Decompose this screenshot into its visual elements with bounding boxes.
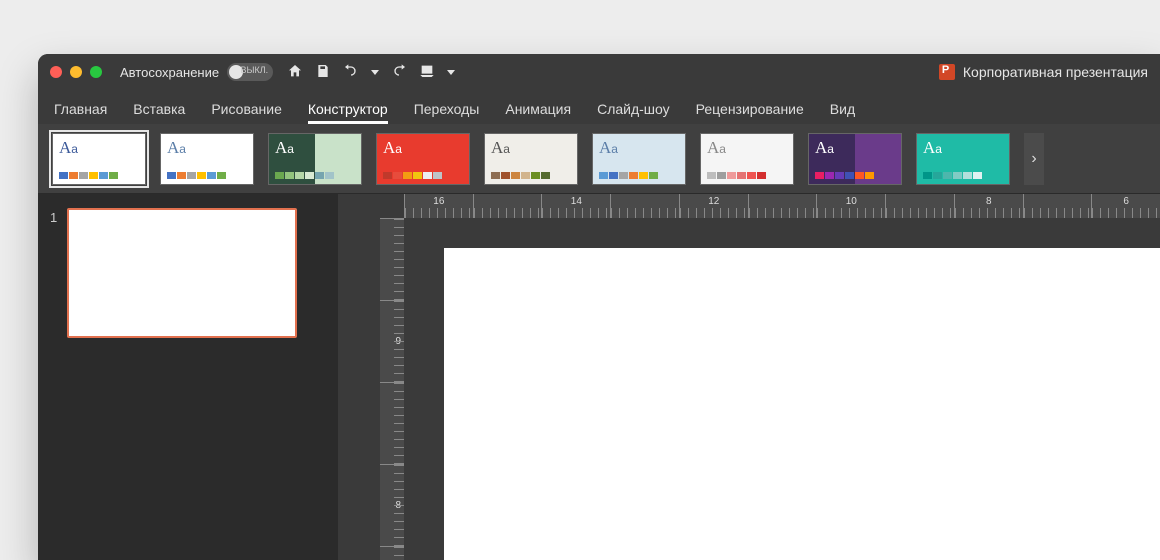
vertical-ruler: 9876 [380, 218, 404, 560]
theme-swatches [275, 172, 334, 179]
hruler-mark: 8 [954, 194, 1023, 218]
hruler-mark: 14 [541, 194, 610, 218]
vruler-mark [380, 218, 404, 300]
theme-swatches [383, 172, 442, 179]
theme-neon-purple[interactable]: Aa [808, 133, 902, 185]
theme-sample-text: Aa [599, 138, 618, 158]
quick-access-toolbar [287, 63, 455, 82]
vruler-mark: 9 [380, 300, 404, 382]
theme-swatches [59, 172, 118, 179]
hruler-mark: 16 [404, 194, 473, 218]
save-icon[interactable] [315, 63, 331, 82]
theme-sample-text: Aa [491, 138, 510, 158]
theme-swatches [815, 172, 874, 179]
theme-sample-text: Aa [383, 138, 402, 158]
document-title: Корпоративная презентация [963, 64, 1148, 80]
powerpoint-icon [939, 64, 955, 80]
theme-swatches [167, 172, 226, 179]
hruler-mark [473, 194, 542, 218]
autosave-toggle[interactable]: ВЫКЛ. [227, 63, 273, 81]
autosave-label: Автосохранение [120, 65, 219, 80]
hruler-mark [610, 194, 679, 218]
minimize-window-button[interactable] [70, 66, 82, 78]
touch-mode-icon[interactable] [419, 63, 435, 82]
slide-canvas[interactable] [444, 248, 1160, 560]
theme-office-white[interactable]: Aa [52, 133, 146, 185]
slide-number: 1 [50, 208, 57, 225]
ruler-corner [338, 194, 380, 560]
autosave-control: Автосохранение ВЫКЛ. [120, 63, 273, 81]
theme-sample-text: Aa [815, 138, 834, 158]
tab-8[interactable]: Вид [830, 101, 855, 124]
tab-5[interactable]: Анимация [505, 101, 571, 124]
theme-red-bold[interactable]: Aa [376, 133, 470, 185]
theme-soft-blue[interactable]: Aa [592, 133, 686, 185]
hruler-mark: 10 [816, 194, 885, 218]
theme-sample-text: Aa [275, 138, 294, 158]
theme-wood-accent[interactable]: Aa [484, 133, 578, 185]
horizontal-ruler: 16 14 12 10 8 6 [404, 194, 1160, 218]
hruler-mark [748, 194, 817, 218]
undo-dropdown-icon[interactable] [371, 70, 379, 75]
tab-7[interactable]: Рецензирование [696, 101, 804, 124]
theme-sample-text: Aa [923, 138, 942, 158]
theme-teal-flat[interactable]: Aa [916, 133, 1010, 185]
theme-swatches [707, 172, 766, 179]
app-window: Автосохранение ВЫКЛ. Корпоративная презе… [38, 54, 1160, 560]
titlebar: Автосохранение ВЫКЛ. Корпоративная презе… [38, 54, 1160, 90]
slide-thumbnail-panel: 1 [38, 194, 338, 560]
close-window-button[interactable] [50, 66, 62, 78]
ribbon-tabs: Главная Вставка Рисование Конструктор Перехо… [38, 90, 1160, 124]
workspace: 1 1614121086 9876 [38, 194, 1160, 560]
thumbnail-row: 1 [50, 208, 326, 338]
window-controls [50, 66, 102, 78]
theme-sample-text: Aa [59, 138, 78, 158]
theme-swatches [923, 172, 982, 179]
theme-gallery: Aa Aa Aa Aa Aa Aa Aa Aa Aa › [38, 124, 1160, 194]
theme-chalkboard[interactable]: Aa [268, 133, 362, 185]
slide-thumbnail[interactable] [67, 208, 297, 338]
theme-sample-text: Aa [707, 138, 726, 158]
tab-0[interactable]: Главная [54, 101, 107, 124]
tab-2[interactable]: Рисование [211, 101, 282, 124]
vruler-mark [380, 382, 404, 464]
home-icon[interactable] [287, 63, 303, 82]
qat-customize-icon[interactable] [447, 70, 455, 75]
theme-office-white-2[interactable]: Aa [160, 133, 254, 185]
theme-gallery-expand[interactable]: › [1024, 133, 1044, 185]
hruler-mark [1023, 194, 1092, 218]
theme-sample-text: Aa [167, 138, 186, 158]
editor-area: 1614121086 9876 [338, 194, 1160, 560]
redo-icon[interactable] [391, 63, 407, 82]
hruler-mark: 6 [1091, 194, 1160, 218]
vruler-mark: 8 [380, 464, 404, 546]
tab-4[interactable]: Переходы [414, 101, 480, 124]
hruler-mark: 12 [679, 194, 748, 218]
undo-icon[interactable] [343, 63, 359, 82]
theme-swatches [599, 172, 658, 179]
theme-swatches [491, 172, 550, 179]
document-title-area: Корпоративная презентация [939, 64, 1148, 80]
maximize-window-button[interactable] [90, 66, 102, 78]
hruler-mark [885, 194, 954, 218]
vruler-mark [380, 546, 404, 560]
tab-6[interactable]: Слайд-шоу [597, 101, 670, 124]
autosave-state: ВЫКЛ. [240, 65, 268, 75]
tab-3[interactable]: Конструктор [308, 101, 388, 124]
theme-minimal-gray[interactable]: Aa [700, 133, 794, 185]
tab-1[interactable]: Вставка [133, 101, 185, 124]
